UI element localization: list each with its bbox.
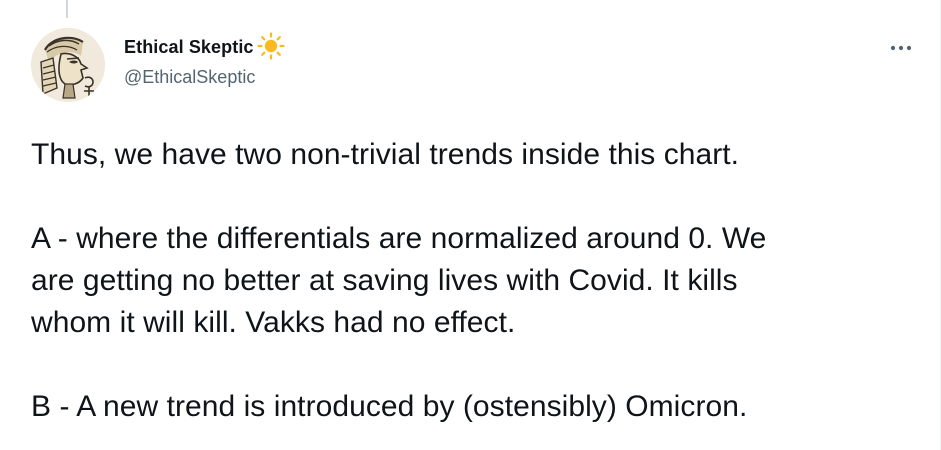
tweet-paragraph: A - where the differentials are normaliz… (31, 222, 767, 339)
tweet-text: Thus, we have two non-trivial trends ins… (31, 134, 911, 428)
tweet-paragraph: B - A new trend is introduced by (ostens… (31, 390, 748, 423)
user-handle[interactable]: @EthicalSkeptic (124, 66, 286, 88)
tweet-page: Ethical Skeptic @EthicalSkeptic Thus, we… (0, 0, 941, 450)
display-name[interactable]: Ethical Skeptic (124, 36, 254, 58)
author-info: Ethical Skeptic @EthicalSkeptic (124, 32, 286, 88)
more-options-button[interactable] (885, 36, 917, 60)
name-row: Ethical Skeptic (124, 32, 286, 60)
sun-icon (256, 31, 286, 61)
more-horizontal-icon (890, 45, 912, 51)
thread-connector-line (66, 0, 68, 18)
avatar[interactable] (31, 28, 105, 102)
avatar-image (31, 28, 105, 102)
tweet-paragraph: Thus, we have two non-trivial trends ins… (31, 138, 740, 171)
